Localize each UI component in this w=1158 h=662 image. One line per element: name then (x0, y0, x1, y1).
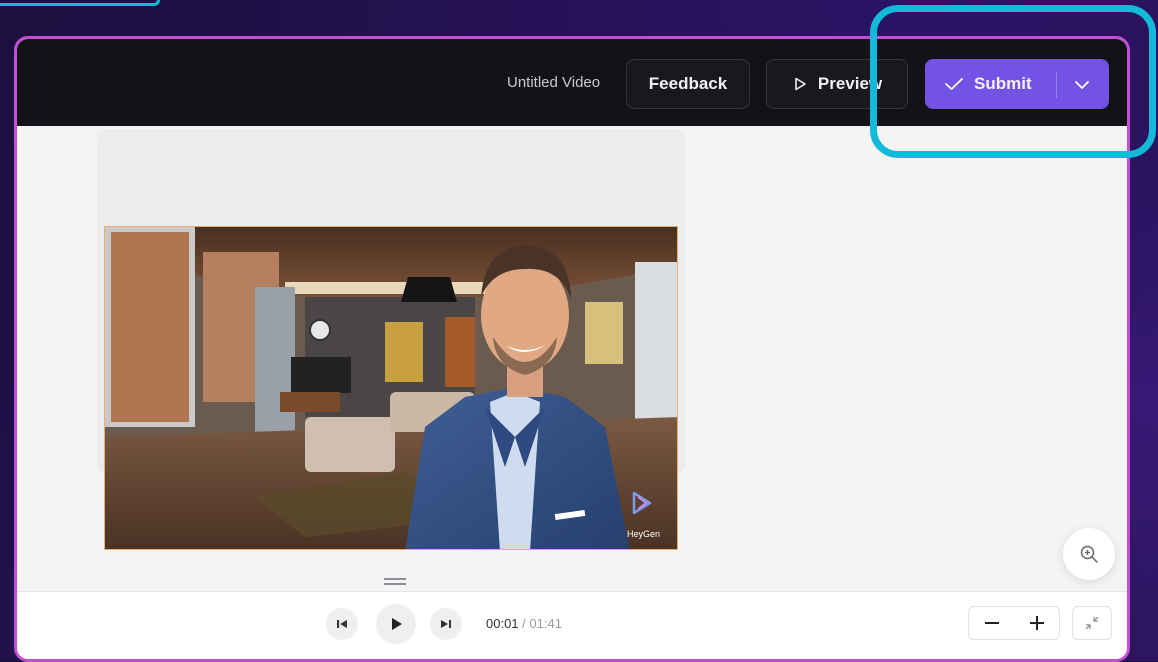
plus-icon[interactable] (1028, 614, 1046, 632)
watermark-text: HeyGen (627, 529, 660, 539)
submit-highlight-annotation (870, 5, 1156, 158)
current-time: 00:01 (486, 616, 519, 631)
zoom-controls (968, 606, 1060, 640)
playback-bar: 00:01 / 01:41 (17, 591, 1127, 659)
top-highlight-fragment (0, 0, 160, 6)
play-button[interactable] (376, 604, 416, 644)
collapse-view-button[interactable] (1072, 606, 1112, 640)
drag-handle-icon[interactable] (384, 577, 406, 587)
skip-forward-icon (441, 620, 451, 628)
video-title[interactable]: Untitled Video (507, 74, 600, 91)
feedback-button[interactable]: Feedback (626, 59, 750, 109)
skip-back-button[interactable] (326, 608, 358, 640)
play-outline-icon (795, 77, 806, 91)
zoom-in-icon (1080, 545, 1098, 563)
feedback-label: Feedback (648, 74, 728, 93)
total-time: 01:41 (529, 616, 562, 631)
time-separator: / (522, 616, 526, 631)
video-scene: HeyGen (105, 227, 677, 549)
video-preview[interactable]: HeyGen (104, 226, 678, 550)
skip-forward-button[interactable] (430, 608, 462, 640)
play-icon (392, 618, 402, 630)
minus-icon[interactable] (983, 614, 1001, 632)
collapse-icon (1085, 616, 1099, 630)
zoom-in-button[interactable] (1063, 528, 1115, 580)
time-display: 00:01 / 01:41 (486, 616, 562, 631)
skip-back-icon (337, 620, 347, 628)
